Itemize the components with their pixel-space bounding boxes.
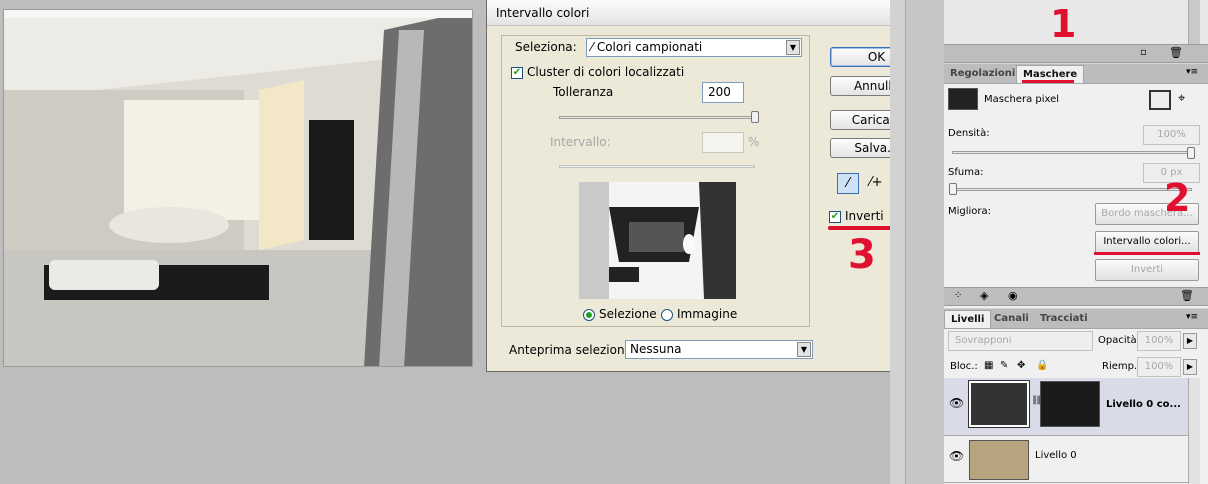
document-canvas-image[interactable] [3, 9, 473, 367]
top-panel-footer: ▫ 🗑 [944, 44, 1208, 63]
blend-mode-dropdown[interactable]: Sovrapponi [948, 331, 1093, 351]
apply-mask-icon[interactable]: ◈ [980, 289, 988, 302]
trash-icon[interactable]: 🗑 [1169, 46, 1183, 59]
fill-label: Riemp.: [1102, 361, 1141, 372]
pixel-mask-icon[interactable] [1149, 90, 1171, 110]
tab-paths[interactable]: Tracciati [1034, 310, 1094, 328]
lock-pixels-icon[interactable]: ✎ [1000, 360, 1008, 371]
eye-icon[interactable]: 👁 [949, 396, 964, 410]
eye-icon[interactable]: ◉ [1008, 289, 1018, 302]
layer-row[interactable]: 👁 Livello 0 [944, 437, 1188, 483]
invert-label: Inverti [845, 209, 884, 223]
range-slider-track[interactable] [559, 165, 755, 168]
mask-thumbnail[interactable] [1040, 381, 1100, 427]
tolerance-label: Tolleranza [553, 85, 614, 99]
range-unit: % [748, 135, 760, 149]
annotation-underline-2 [1094, 252, 1200, 255]
dialog-titlebar[interactable]: Intervallo colori ✕ [487, 0, 933, 26]
tab-adjustments[interactable]: Regolazioni [944, 65, 1021, 83]
tolerance-slider-track[interactable] [559, 116, 755, 119]
opacity-input[interactable]: 100% [1137, 331, 1181, 351]
chevron-down-icon: ▼ [786, 40, 800, 55]
top-scrollbar[interactable] [1188, 0, 1200, 44]
annotation-1: 1 [1050, 2, 1077, 46]
masks-footer: ⁘ ◈ ◉ 🗑 [944, 287, 1208, 306]
trash-icon[interactable]: 🗑 [1180, 289, 1194, 302]
chevron-down-icon: ▼ [797, 342, 811, 357]
cluster-checkbox[interactable]: ✔ [511, 67, 523, 79]
refine-label: Migliora: [948, 206, 992, 217]
selection-preview [579, 182, 736, 299]
color-range-button[interactable]: Intervallo colori... [1095, 231, 1199, 253]
layer-thumbnail [968, 380, 1030, 428]
eyedropper-tool-icon[interactable]: ⁄ [837, 173, 859, 194]
range-label: Intervallo: [550, 135, 611, 149]
fill-input[interactable]: 100% [1137, 357, 1181, 377]
density-input[interactable]: 100% [1143, 125, 1200, 145]
tolerance-input[interactable]: 200 [702, 82, 744, 103]
panel-menu-icon[interactable]: ▾≡ [1186, 312, 1198, 322]
annotation-3: 3 [848, 232, 876, 278]
layer-name[interactable]: Livello 0 co... [1106, 399, 1181, 410]
opacity-label: Opacità: [1098, 335, 1141, 346]
feather-label: Sfuma: [948, 167, 984, 178]
layer-thumbnail [969, 440, 1029, 480]
preview-label: Anteprima selezione: [509, 343, 637, 357]
invert-checkbox[interactable]: ✔ [829, 211, 841, 223]
lock-position-icon[interactable]: ✥ [1017, 360, 1025, 371]
dialog-title: Intervallo colori [496, 6, 590, 20]
layer-row[interactable]: 👁 ⛓ Livello 0 co... [944, 378, 1188, 436]
fill-arrow-icon[interactable]: ▶ [1183, 359, 1197, 375]
layer-name[interactable]: Livello 0 [1035, 450, 1077, 461]
annotation-underline-masks [1022, 80, 1074, 83]
preview-dropdown[interactable]: Nessuna ▼ [625, 340, 813, 359]
radio-selection-label: Selezione [599, 307, 657, 321]
lock-label: Bloc.: [950, 361, 978, 372]
layers-scrollbar[interactable] [1188, 378, 1200, 484]
invert-mask-button[interactable]: Inverti [1095, 259, 1199, 281]
opacity-arrow-icon[interactable]: ▶ [1183, 333, 1197, 349]
lock-transparency-icon[interactable]: ▦ [984, 360, 993, 371]
vector-mask-icon[interactable]: ⌖ [1178, 91, 1185, 106]
select-label: Seleziona: [515, 40, 577, 54]
lock-all-icon[interactable]: 🔒 [1036, 360, 1048, 371]
color-range-dialog: Intervallo colori ✕ Seleziona: ⁄ Colori … [486, 0, 933, 372]
new-icon[interactable]: ▫ [1140, 47, 1147, 58]
range-input[interactable] [702, 132, 744, 153]
select-value: Colori campionati [596, 40, 703, 54]
select-dropdown[interactable]: ⁄ Colori campionati ▼ [586, 38, 802, 57]
feather-slider-thumb[interactable] [949, 183, 957, 195]
panel-dock-inner [905, 0, 944, 484]
annotation-2: 2 [1164, 176, 1191, 220]
right-panels: ▫ 🗑 1 Regolazioni Maschere ▾≡ Maschera p… [944, 0, 1208, 484]
tab-channels[interactable]: Canali [988, 310, 1035, 328]
eyedropper-plus-icon[interactable]: ⁄+ [865, 173, 887, 194]
eye-icon[interactable]: 👁 [949, 449, 964, 463]
cluster-label: Cluster di colori localizzati [527, 65, 685, 79]
density-slider-thumb[interactable] [1187, 147, 1195, 159]
density-label: Densità: [948, 128, 990, 139]
tolerance-slider-thumb[interactable] [751, 111, 759, 123]
load-selection-icon[interactable]: ⁘ [954, 290, 962, 301]
tab-layers[interactable]: Livelli [944, 310, 992, 328]
room-photo [4, 10, 472, 366]
radio-selection[interactable] [583, 309, 595, 321]
mask-label: Maschera pixel [984, 94, 1060, 105]
radio-image-label: Immagine [677, 307, 738, 321]
panel-menu-icon[interactable]: ▾≡ [1186, 67, 1198, 77]
feather-slider-track[interactable] [952, 188, 1192, 191]
mask-thumbnail [948, 88, 978, 110]
preview-mask-image [579, 182, 736, 299]
preview-value: Nessuna [630, 342, 682, 356]
density-slider-track[interactable] [952, 151, 1192, 154]
radio-image[interactable] [661, 309, 673, 321]
